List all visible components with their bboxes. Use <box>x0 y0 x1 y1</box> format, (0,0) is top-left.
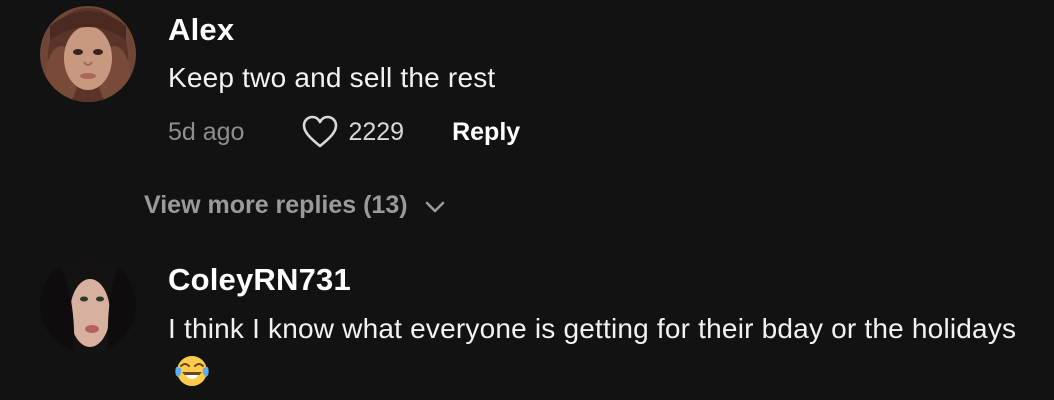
comment-item: Alex Keep two and sell the rest 5d ago 2… <box>0 0 1054 170</box>
comment-text: Keep two and sell the rest <box>168 62 496 93</box>
view-more-replies-button[interactable]: View more replies (13) <box>144 186 446 224</box>
reply-button[interactable]: Reply <box>452 118 520 147</box>
face-with-tears-of-joy-icon <box>174 353 210 389</box>
heart-outline-icon <box>303 115 338 148</box>
comment-username[interactable]: Alex <box>168 12 234 48</box>
comment-text-content: I think I know what everyone is getting … <box>168 313 1017 344</box>
view-more-label: View more replies (13) <box>144 190 408 219</box>
comment-meta: 5d ago 2229 Reply <box>168 112 520 152</box>
comment-username[interactable]: ColeyRN731 <box>168 262 351 298</box>
avatar[interactable] <box>40 257 136 353</box>
comment-time: 5d ago <box>168 117 245 146</box>
chevron-down-icon <box>425 201 444 213</box>
avatar[interactable] <box>40 6 136 102</box>
comment-text: I think I know what everyone is getting … <box>168 306 1028 396</box>
like-button[interactable]: 2229 <box>302 115 404 149</box>
comment-item: ColeyRN731 I think I know what everyone … <box>0 250 1054 400</box>
like-count: 2229 <box>348 117 405 146</box>
